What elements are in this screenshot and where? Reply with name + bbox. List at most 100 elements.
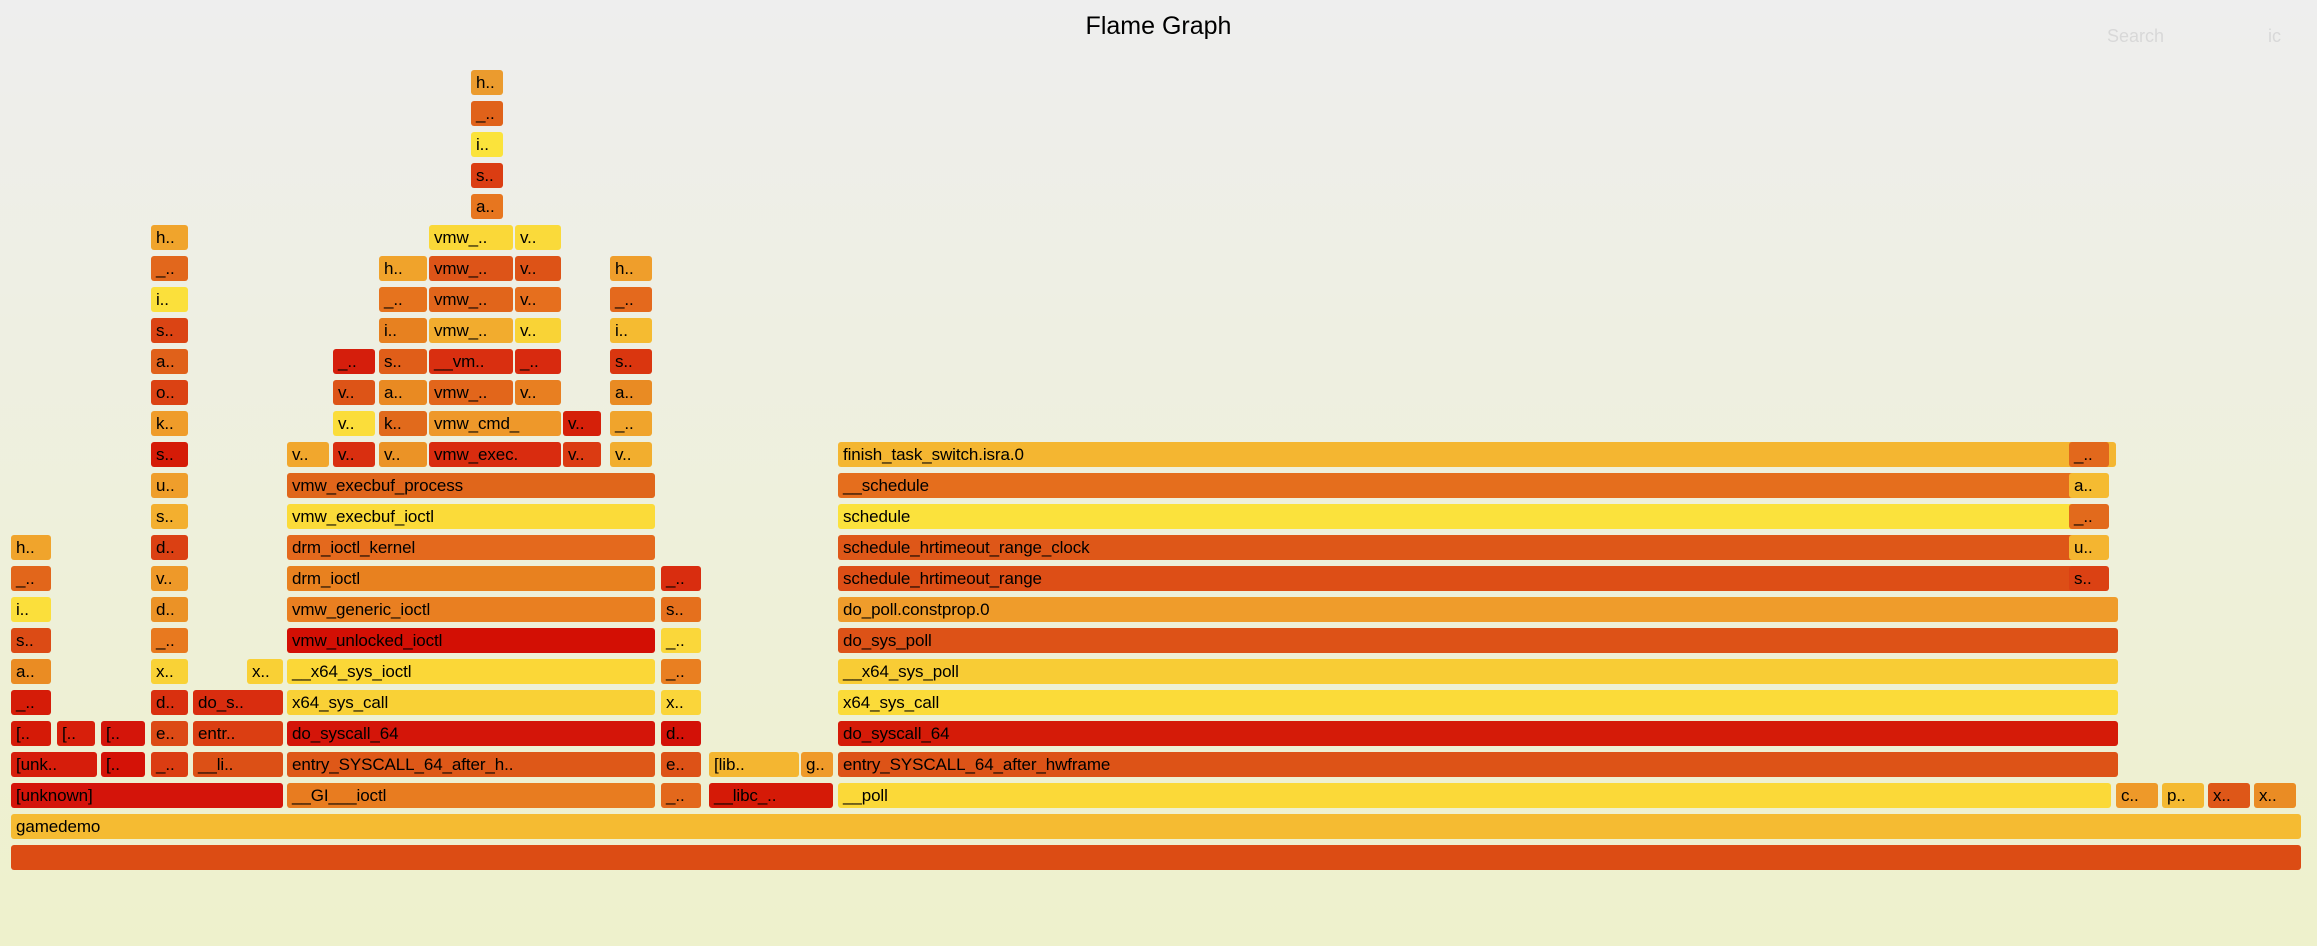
flame-frame[interactable]: vmw_.. — [429, 318, 513, 343]
flame-frame[interactable]: o.. — [151, 380, 188, 405]
flame-frame[interactable]: u.. — [2069, 535, 2109, 560]
flame-frame[interactable]: s.. — [379, 349, 427, 374]
flame-frame[interactable]: k.. — [379, 411, 427, 436]
flame-frame[interactable]: _.. — [2069, 442, 2109, 467]
flame-frame[interactable]: vmw_cmd_ — [429, 411, 561, 436]
flame-frame[interactable]: schedule — [838, 504, 2078, 529]
flame-frame[interactable]: _.. — [661, 628, 701, 653]
flame-frame[interactable]: d.. — [151, 535, 188, 560]
flame-frame[interactable]: _.. — [11, 566, 51, 591]
flame-frame[interactable]: h.. — [11, 535, 51, 560]
flame-frame[interactable]: __x64_sys_poll — [838, 659, 2118, 684]
flame-frame[interactable]: _.. — [151, 752, 188, 777]
flame-frame[interactable]: entr.. — [193, 721, 283, 746]
flame-frame[interactable]: vmw_execbuf_process — [287, 473, 655, 498]
flame-frame[interactable]: s.. — [2069, 566, 2109, 591]
flame-frame[interactable]: v.. — [563, 442, 601, 467]
flame-frame[interactable]: x.. — [2208, 783, 2250, 808]
flame-frame[interactable]: v.. — [610, 442, 652, 467]
flame-frame[interactable]: [unknown] — [11, 783, 283, 808]
flame-frame[interactable]: __vm.. — [429, 349, 513, 374]
flame-frame[interactable]: [.. — [101, 721, 145, 746]
flame-frame[interactable]: drm_ioctl_kernel — [287, 535, 655, 560]
flame-frame[interactable]: do_poll.constprop.0 — [838, 597, 2118, 622]
flame-frame[interactable]: s.. — [610, 349, 652, 374]
flame-frame[interactable]: _.. — [333, 349, 375, 374]
flame-frame[interactable]: x.. — [151, 659, 188, 684]
flame-frame[interactable]: vmw_.. — [429, 380, 513, 405]
flame-frame[interactable]: v.. — [515, 287, 561, 312]
flame-frame[interactable]: drm_ioctl — [287, 566, 655, 591]
flame-frame[interactable]: v.. — [515, 256, 561, 281]
flame-frame[interactable]: a.. — [471, 194, 503, 219]
flame-frame[interactable]: _.. — [151, 256, 188, 281]
flame-frame[interactable]: vmw_.. — [429, 225, 513, 250]
flame-frame[interactable]: v.. — [379, 442, 427, 467]
flame-frame[interactable]: v.. — [151, 566, 188, 591]
flame-frame[interactable]: s.. — [661, 597, 701, 622]
flame-frame[interactable]: vmw_exec. — [429, 442, 561, 467]
flame-frame[interactable]: x.. — [661, 690, 701, 715]
flame-frame[interactable]: do_syscall_64 — [287, 721, 655, 746]
flame-frame[interactable]: do_s.. — [193, 690, 283, 715]
flame-frame[interactable]: vmw_generic_ioctl — [287, 597, 655, 622]
flame-frame[interactable]: [.. — [101, 752, 145, 777]
flame-frame[interactable]: x64_sys_call — [287, 690, 655, 715]
flame-frame[interactable]: __poll — [838, 783, 2111, 808]
flame-frame[interactable]: _.. — [661, 659, 701, 684]
flame-frame[interactable]: k.. — [151, 411, 188, 436]
flame-frame[interactable]: g.. — [801, 752, 833, 777]
flame-frame[interactable]: _.. — [11, 690, 51, 715]
flame-frame[interactable]: i.. — [151, 287, 188, 312]
flame-frame[interactable]: vmw_unlocked_ioctl — [287, 628, 655, 653]
flame-frame[interactable] — [11, 845, 2301, 870]
flame-frame[interactable]: i.. — [379, 318, 427, 343]
flame-frame[interactable]: i.. — [471, 132, 503, 157]
flame-frame[interactable]: x.. — [247, 659, 283, 684]
flame-frame[interactable]: v.. — [333, 411, 375, 436]
flame-frame[interactable]: __GI___ioctl — [287, 783, 655, 808]
flame-frame[interactable]: [unk.. — [11, 752, 97, 777]
flame-frame[interactable]: h.. — [471, 70, 503, 95]
flame-frame[interactable]: h.. — [151, 225, 188, 250]
flame-frame[interactable]: entry_SYSCALL_64_after_h.. — [287, 752, 655, 777]
flame-frame[interactable]: _.. — [151, 628, 188, 653]
flame-frame[interactable]: [.. — [11, 721, 51, 746]
flame-frame[interactable]: __schedule — [838, 473, 2078, 498]
flame-frame[interactable]: d.. — [661, 721, 701, 746]
flame-frame[interactable]: _.. — [661, 566, 701, 591]
flame-frame[interactable]: s.. — [151, 318, 188, 343]
flame-frame[interactable]: vmw_execbuf_ioctl — [287, 504, 655, 529]
flame-frame[interactable]: x64_sys_call — [838, 690, 2118, 715]
flame-frame[interactable]: e.. — [151, 721, 188, 746]
flame-frame[interactable]: v.. — [333, 380, 375, 405]
flame-frame[interactable]: d.. — [151, 597, 188, 622]
flame-frame[interactable]: __x64_sys_ioctl — [287, 659, 655, 684]
flame-frame[interactable]: vmw_.. — [429, 256, 513, 281]
flame-frame[interactable]: s.. — [471, 163, 503, 188]
flame-frame[interactable]: [lib.. — [709, 752, 799, 777]
flame-frame[interactable]: v.. — [515, 225, 561, 250]
flame-frame[interactable]: _.. — [379, 287, 427, 312]
flame-frame[interactable]: h.. — [610, 256, 652, 281]
flame-frame[interactable]: s.. — [151, 504, 188, 529]
flame-frame[interactable]: __li.. — [193, 752, 283, 777]
flame-frame[interactable]: a.. — [610, 380, 652, 405]
flame-frame[interactable]: _.. — [610, 411, 652, 436]
flame-frame[interactable]: a.. — [151, 349, 188, 374]
flame-frame[interactable]: _.. — [661, 783, 701, 808]
flame-frame[interactable]: v.. — [563, 411, 601, 436]
flame-frame[interactable]: v.. — [515, 380, 561, 405]
flame-frame[interactable]: u.. — [151, 473, 188, 498]
flame-frame[interactable]: _.. — [2069, 504, 2109, 529]
flame-frame[interactable]: _.. — [471, 101, 503, 126]
flame-frame[interactable]: gamedemo — [11, 814, 2301, 839]
flame-frame[interactable]: [.. — [57, 721, 95, 746]
flame-frame[interactable]: __libc_.. — [709, 783, 833, 808]
flame-frame[interactable]: s.. — [151, 442, 188, 467]
flame-frame[interactable]: p.. — [2162, 783, 2204, 808]
flame-frame[interactable]: schedule_hrtimeout_range_clock — [838, 535, 2078, 560]
flame-frame[interactable]: x.. — [2254, 783, 2296, 808]
flame-frame[interactable]: v.. — [515, 318, 561, 343]
flame-frame[interactable]: a.. — [11, 659, 51, 684]
